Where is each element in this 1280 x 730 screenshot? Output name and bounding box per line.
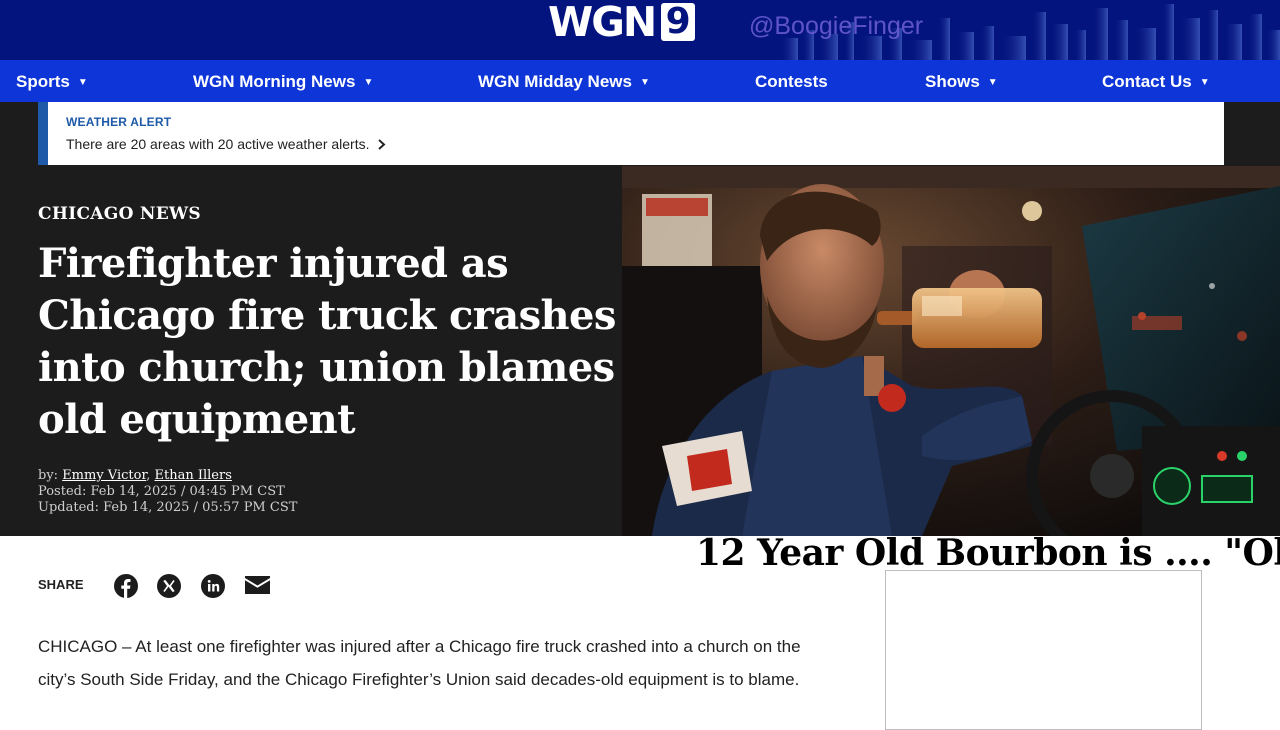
logo-text: WGN bbox=[548, 0, 657, 46]
main-nav: Sports ▼ WGN Morning News ▼ WGN Midday New… bbox=[0, 60, 1280, 102]
email-icon[interactable] bbox=[245, 576, 270, 594]
caret-down-icon: ▼ bbox=[639, 77, 650, 88]
updated-date: Updated: Feb 14, 2025 / 05:57 PM CST bbox=[38, 500, 298, 515]
weather-alert-label: WEATHER ALERT bbox=[66, 115, 172, 129]
x-icon[interactable] bbox=[157, 574, 181, 598]
share-label: SHARE bbox=[38, 577, 84, 592]
article-headline: Firefighter injured as Chicago fire truc… bbox=[38, 240, 616, 443]
nav-item-label: WGN Morning News bbox=[193, 72, 356, 91]
linkedin-icon[interactable] bbox=[201, 574, 225, 598]
wgn9-logo[interactable]: WGN 9 bbox=[548, 0, 696, 46]
nav-item-sports[interactable]: Sports ▼ bbox=[16, 60, 88, 102]
caret-down-icon: ▼ bbox=[77, 77, 88, 88]
caret-down-icon: ▼ bbox=[987, 77, 998, 88]
nav-item-label: Sports bbox=[16, 72, 70, 91]
nav-item-label: Contact Us bbox=[1102, 72, 1192, 91]
author-link[interactable]: Ethan Illers bbox=[155, 468, 232, 483]
watermark-handle: @BoogieFinger bbox=[749, 12, 924, 40]
byline: by: Emmy Victor, Ethan Illers bbox=[38, 468, 232, 483]
caret-down-icon: ▼ bbox=[363, 77, 374, 88]
article-category[interactable]: CHICAGO NEWS bbox=[38, 204, 201, 224]
hero-photo bbox=[622, 166, 1280, 536]
nav-item-shows[interactable]: Shows ▼ bbox=[925, 60, 998, 102]
weather-alert-message[interactable]: There are 20 areas with 20 active weathe… bbox=[66, 136, 386, 152]
chevron-right-icon bbox=[378, 139, 386, 150]
article-meta: by: Emmy Victor, Ethan Illers Posted: Fe… bbox=[38, 468, 297, 516]
nav-item-wgn-midday-news[interactable]: WGN Midday News ▼ bbox=[478, 60, 650, 102]
logo-number: 9 bbox=[661, 3, 696, 41]
author-link[interactable]: Emmy Victor bbox=[62, 468, 146, 483]
nav-item-wgn-morning-news[interactable]: WGN Morning News ▼ bbox=[193, 60, 373, 102]
nav-item-contact-us[interactable]: Contact Us ▼ bbox=[1102, 60, 1210, 102]
facebook-icon[interactable] bbox=[114, 574, 138, 598]
nav-item-label: Contests bbox=[755, 72, 828, 91]
article-body: CHICAGO – At least one firefighter was i… bbox=[38, 637, 801, 689]
posted-date: Posted: Feb 14, 2025 / 04:45 PM CST bbox=[38, 484, 285, 499]
weather-alert-banner[interactable]: WEATHER ALERT There are 20 areas with 20… bbox=[38, 102, 1224, 165]
image-caption: 12 Year Old Bourbon is .... "Old" bbox=[696, 532, 1280, 574]
nav-item-label: WGN Midday News bbox=[478, 72, 632, 91]
top-banner: WGN 9 @BoogieFinger bbox=[0, 0, 1280, 60]
caret-down-icon: ▼ bbox=[1199, 77, 1210, 88]
nav-item-label: Shows bbox=[925, 72, 980, 91]
byline-prefix: by: bbox=[38, 468, 59, 483]
weather-alert-text: There are 20 areas with 20 active weathe… bbox=[66, 136, 370, 152]
nav-item-contests[interactable]: Contests bbox=[755, 60, 828, 102]
ad-placeholder[interactable] bbox=[885, 570, 1202, 730]
